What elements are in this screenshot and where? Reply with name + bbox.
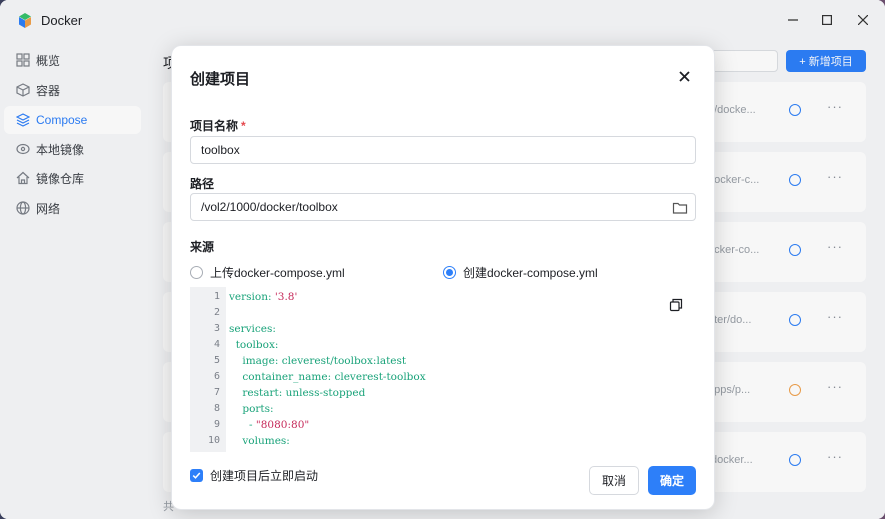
code-key: image: bbox=[242, 355, 279, 367]
path-input[interactable]: /vol2/1000/docker/toolbox bbox=[190, 193, 696, 221]
code-key: restart: bbox=[242, 387, 283, 399]
source-label: 来源 bbox=[190, 240, 215, 254]
code-key: services: bbox=[229, 323, 276, 335]
dialog-title: 创建项目 bbox=[190, 71, 251, 88]
autostart-label: 创建项目后立即启动 bbox=[210, 469, 319, 483]
line-number: 10 bbox=[207, 435, 220, 446]
code-line: restart: unless-stopped bbox=[229, 387, 365, 399]
line-number: 3 bbox=[213, 323, 220, 334]
line-number: 8 bbox=[213, 403, 220, 414]
app-window: Docker 概览 容器 Compose 本地镜像 镜像仓库 网络 项 + 新增… bbox=[0, 0, 885, 519]
code-line: - "8080:80" bbox=[229, 419, 309, 431]
code-line: volumes: bbox=[229, 435, 290, 447]
code-line: ports: bbox=[229, 403, 274, 415]
required-marker: * bbox=[241, 119, 246, 133]
line-number: 7 bbox=[213, 387, 220, 398]
radio-circle bbox=[190, 266, 203, 279]
cancel-button[interactable]: 取消 bbox=[589, 466, 639, 495]
project-name-label: 项目名称 * bbox=[190, 117, 246, 134]
code-line: toolbox: bbox=[229, 339, 279, 351]
code-key: volumes: bbox=[242, 435, 290, 447]
folder-icon[interactable] bbox=[672, 200, 688, 216]
dialog-close-button[interactable] bbox=[675, 67, 693, 85]
source-upload-radio[interactable]: 上传docker-compose.yml bbox=[190, 264, 345, 281]
code-line: services: bbox=[229, 323, 276, 335]
line-number: 6 bbox=[213, 371, 220, 382]
line-number: 1 bbox=[213, 291, 220, 302]
radio-label: 创建docker-compose.yml bbox=[463, 266, 598, 280]
code-key: - bbox=[249, 419, 256, 431]
autostart-checkbox[interactable]: 创建项目后立即启动 bbox=[190, 467, 318, 484]
line-number: 4 bbox=[213, 339, 220, 350]
code-value: unless-stopped bbox=[282, 387, 366, 399]
project-name-input[interactable]: toolbox bbox=[190, 136, 696, 164]
source-create-radio[interactable]: 创建docker-compose.yml bbox=[443, 264, 598, 281]
radio-label: 上传docker-compose.yml bbox=[210, 266, 345, 280]
code-value: "8080:80" bbox=[255, 419, 310, 431]
code-key: version: bbox=[229, 291, 272, 303]
code-key: container_name: bbox=[242, 371, 332, 383]
compose-editor[interactable]: 1 version: '3.8' 2 3 services: 4 toolbox: 5 im… bbox=[190, 287, 696, 452]
code-value: cleverest/toolbox:latest bbox=[278, 355, 407, 367]
checkbox-checked-icon bbox=[190, 469, 203, 482]
close-icon bbox=[678, 70, 690, 82]
line-number: 5 bbox=[213, 355, 220, 366]
code-line: image: cleverest/toolbox:latest bbox=[229, 355, 406, 367]
code-value: '3.8' bbox=[271, 291, 298, 303]
code-key: toolbox: bbox=[235, 339, 279, 351]
code-key: ports: bbox=[242, 403, 274, 415]
path-label: 路径 bbox=[190, 177, 215, 191]
line-number: 9 bbox=[213, 419, 220, 430]
radio-circle bbox=[443, 266, 456, 279]
line-number: 2 bbox=[213, 307, 220, 318]
project-name-label-text: 项目名称 bbox=[190, 119, 239, 133]
copy-icon[interactable] bbox=[669, 298, 683, 312]
code-line: version: '3.8' bbox=[229, 291, 297, 303]
code-value: cleverest-toolbox bbox=[331, 371, 426, 383]
confirm-button[interactable]: 确定 bbox=[648, 466, 696, 495]
create-project-dialog: 创建项目 项目名称 * toolbox 路径 /vol2/1000/docker/… bbox=[171, 45, 715, 510]
code-line: container_name: cleverest-toolbox bbox=[229, 371, 426, 383]
